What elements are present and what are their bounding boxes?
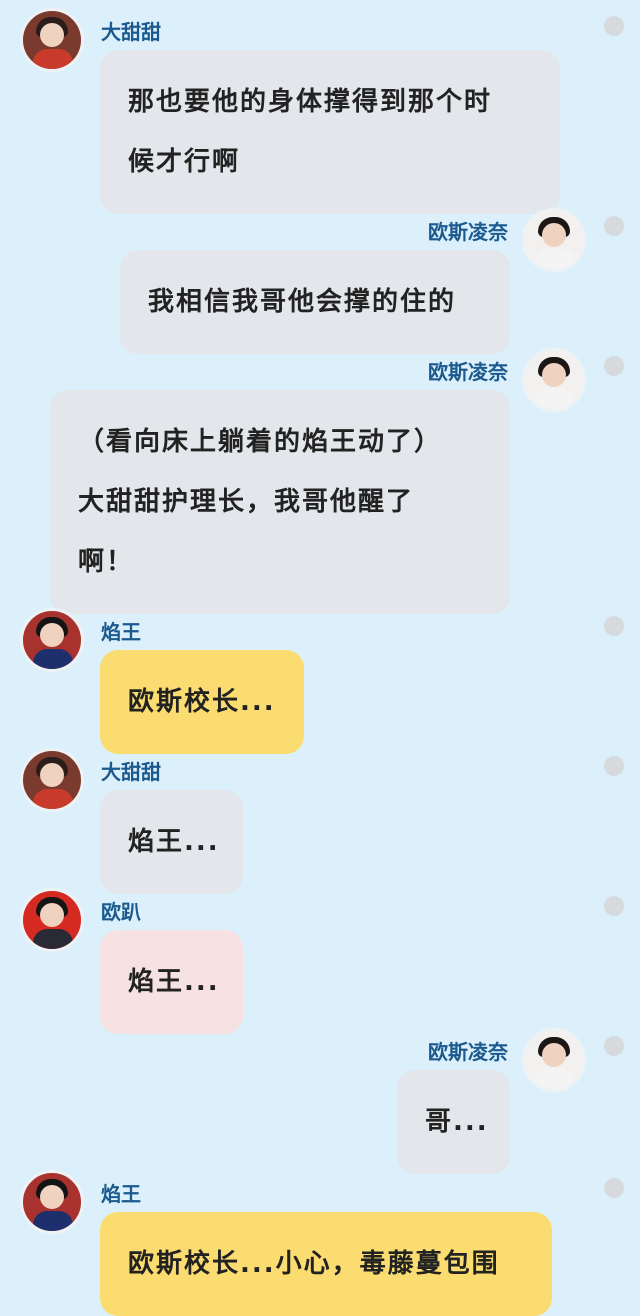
message-bubble[interactable]: 焰王...: [100, 790, 243, 894]
message-menu-dot-icon[interactable]: [604, 616, 624, 636]
message-text-line: 焰王...: [128, 827, 220, 857]
message-menu-dot-icon[interactable]: [604, 216, 624, 236]
message-bubble[interactable]: 欧斯校长...: [100, 650, 304, 754]
avatar-yanwang[interactable]: [20, 1170, 84, 1234]
message-text-line: 焰王...: [128, 967, 220, 997]
sender-name: 大甜甜: [101, 760, 161, 784]
message-text-line: 啊！: [78, 547, 135, 577]
sender-name: 欧斯凌奈: [428, 1040, 508, 1064]
message-bubble[interactable]: 焰王...: [100, 930, 243, 1034]
message-menu-dot-icon[interactable]: [604, 1178, 624, 1198]
message-menu-dot-icon[interactable]: [604, 756, 624, 776]
message-menu-dot-icon[interactable]: [604, 1036, 624, 1056]
sender-name: 欧斯凌奈: [428, 220, 508, 244]
sender-name: 焰王: [101, 1182, 141, 1206]
message-text-line: 哥...: [425, 1107, 489, 1137]
message-bubble[interactable]: 我相信我哥他会撑的住的: [120, 250, 510, 354]
message-text-line: （看向床上躺着的焰王动了）: [78, 427, 443, 457]
sender-name: 欧趴: [101, 900, 141, 924]
message-menu-dot-icon[interactable]: [604, 896, 624, 916]
message-text-line: 那也要他的身体撑得到那个时: [128, 87, 493, 117]
message-text-line: 我相信我哥他会撑的住的: [148, 287, 457, 317]
message-bubble[interactable]: 那也要他的身体撑得到那个时 候才行啊: [100, 50, 560, 214]
avatar-ousilingnai[interactable]: [522, 348, 586, 412]
message-bubble[interactable]: （看向床上躺着的焰王动了） 大甜甜护理长，我哥他醒了 啊！: [50, 390, 510, 614]
message-menu-dot-icon[interactable]: [604, 356, 624, 376]
avatar-ousilingnai[interactable]: [522, 1028, 586, 1092]
message-text-line: 欧斯校长...小心，毒藤蔓包围: [128, 1249, 500, 1279]
avatar-yanwang[interactable]: [20, 608, 84, 672]
sender-name: 大甜甜: [101, 20, 161, 44]
message-text-line: 欧斯校长...: [128, 687, 276, 717]
sender-name: 焰王: [101, 620, 141, 644]
avatar-datiantian[interactable]: [20, 8, 84, 72]
avatar-datiantian[interactable]: [20, 748, 84, 812]
message-text-line: 大甜甜护理长，我哥他醒了: [78, 487, 415, 517]
sender-name: 欧斯凌奈: [428, 360, 508, 384]
message-bubble[interactable]: 哥...: [397, 1070, 510, 1174]
message-text-line: 候才行啊: [128, 147, 241, 177]
avatar-oupa[interactable]: [20, 888, 84, 952]
message-menu-dot-icon[interactable]: [604, 16, 624, 36]
message-bubble[interactable]: 欧斯校长...小心，毒藤蔓包围: [100, 1212, 552, 1316]
avatar-ousilingnai[interactable]: [522, 208, 586, 272]
